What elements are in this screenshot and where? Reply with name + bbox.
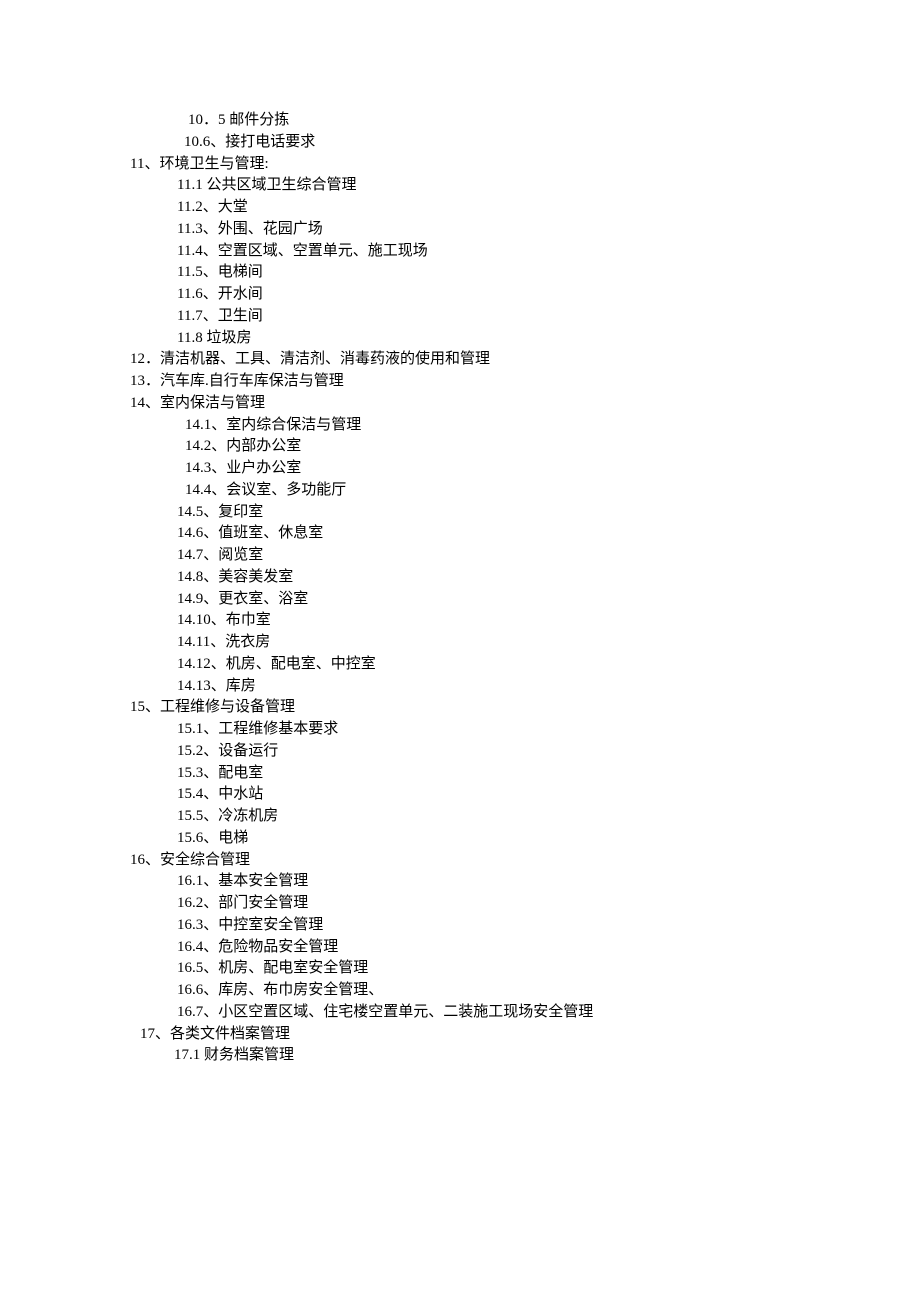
toc-line: 11.4、空置区域、空置单元、施工现场 [130,241,860,263]
toc-line: 14.9、更衣室、浴室 [130,589,860,611]
toc-line: 11.7、卫生间 [130,306,860,328]
toc-line: 14.1、室内综合保洁与管理 [130,415,860,437]
toc-line: 16.3、中控室安全管理 [130,915,860,937]
toc-line: 16.2、部门安全管理 [130,893,860,915]
toc-line: 14.5、复印室 [130,502,860,524]
toc-line: 11.2、大堂 [130,197,860,219]
toc-line: 13．汽车库.自行车库保洁与管理 [130,371,860,393]
toc-line: 16.4、危险物品安全管理 [130,937,860,959]
toc-line: 14、室内保洁与管理 [130,393,860,415]
toc-line: 15.1、工程维修基本要求 [130,719,860,741]
toc-line: 16.5、机房、配电室安全管理 [130,958,860,980]
toc-line: 11.5、电梯间 [130,262,860,284]
toc-line: 16.6、库房、布巾房安全管理、 [130,980,860,1002]
toc-line: 10.6、接打电话要求 [130,132,860,154]
toc-line: 16、安全综合管理 [130,850,860,872]
toc-line: 16.1、基本安全管理 [130,871,860,893]
toc-line: 17.1 财务档案管理 [130,1045,860,1067]
toc-line: 14.11、洗衣房 [130,632,860,654]
toc-line: 14.4、会议室、多功能厅 [130,480,860,502]
toc-line: 15、工程维修与设备管理 [130,697,860,719]
toc-line: 14.3、业户办公室 [130,458,860,480]
toc-line: 16.7、小区空置区域、住宅楼空置单元、二装施工现场安全管理 [130,1002,860,1024]
toc-line: 14.8、美容美发室 [130,567,860,589]
toc-line: 15.2、设备运行 [130,741,860,763]
document-page: 10．5 邮件分拣10.6、接打电话要求11、环境卫生与管理:11.1 公共区域… [0,0,920,1127]
toc-line: 11.6、开水间 [130,284,860,306]
toc-line: 14.6、值班室、休息室 [130,523,860,545]
toc-line: 15.4、中水站 [130,784,860,806]
toc-line: 15.5、冷冻机房 [130,806,860,828]
toc-line: 15.3、配电室 [130,763,860,785]
toc-line: 11.8 垃圾房 [130,328,860,350]
toc-line: 14.2、内部办公室 [130,436,860,458]
toc-line: 17、各类文件档案管理 [130,1024,860,1046]
toc-line: 12．清洁机器、工具、清洁剂、消毒药液的使用和管理 [130,349,860,371]
toc-line: 15.6、电梯 [130,828,860,850]
toc-line: 11、环境卫生与管理: [130,154,860,176]
toc-line: 14.10、布巾室 [130,610,860,632]
toc-line: 14.12、机房、配电室、中控室 [130,654,860,676]
toc-line: 11.3、外围、花园广场 [130,219,860,241]
toc-line: 10．5 邮件分拣 [130,110,860,132]
toc-line: 14.7、阅览室 [130,545,860,567]
toc-line: 14.13、库房 [130,676,860,698]
toc-line: 11.1 公共区域卫生综合管理 [130,175,860,197]
